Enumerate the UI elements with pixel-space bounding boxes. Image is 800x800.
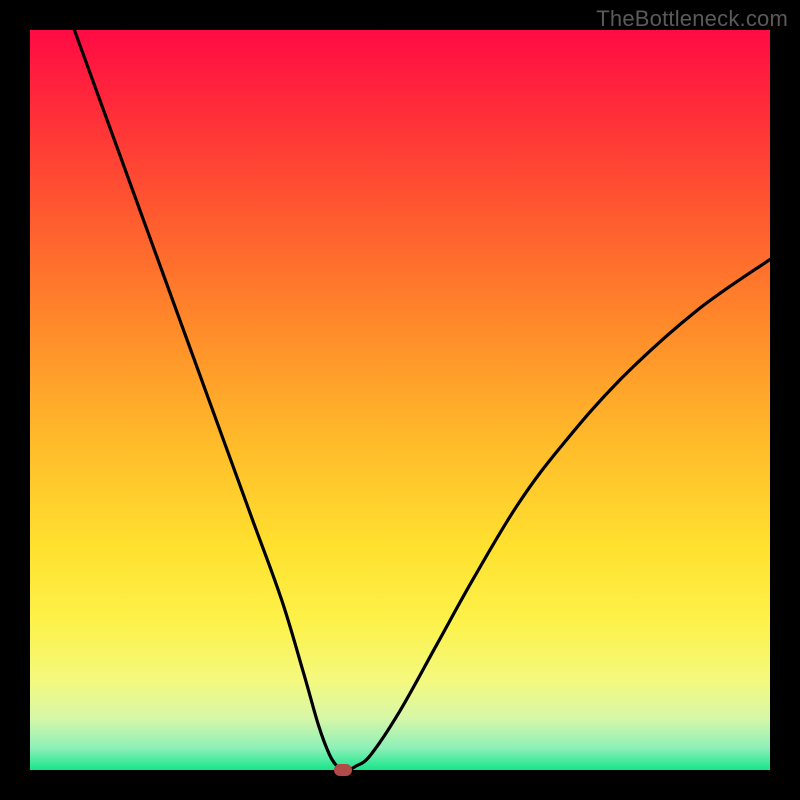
chart-frame <box>30 30 770 770</box>
watermark-text: TheBottleneck.com <box>596 6 788 32</box>
chart-background-gradient <box>30 30 770 770</box>
chart-plot-area <box>30 30 770 770</box>
